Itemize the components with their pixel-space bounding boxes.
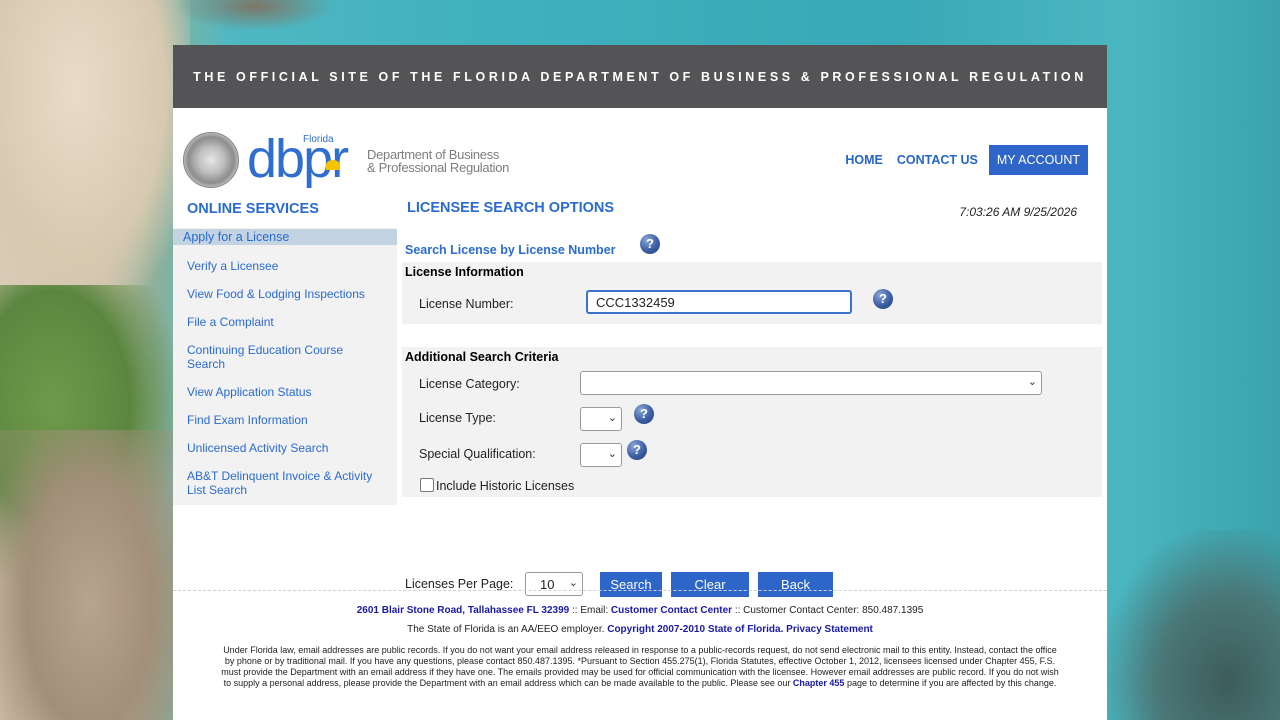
search-subtitle: Search License by License Number [405, 243, 616, 257]
chevron-down-icon: ⌄ [607, 412, 617, 424]
license-number-label: License Number: [419, 297, 514, 311]
sidebar-item-apply[interactable]: Apply for a License [173, 229, 397, 245]
license-info-heading: License Information [405, 265, 524, 279]
sidebar-item-exam-info[interactable]: Find Exam Information [173, 413, 397, 427]
logo-department: Department of Business & Professional Re… [367, 148, 509, 174]
license-type-label: License Type: [419, 411, 496, 425]
dbpr-logo[interactable]: dbpr Florida Department of Business & Pr… [247, 130, 517, 190]
datetime: 7:03:26 AM 9/25/2026 [959, 205, 1077, 219]
criteria-heading: Additional Search Criteria [405, 350, 559, 364]
footer-address: 2601 Blair Stone Road, Tallahassee FL 32… [356, 605, 570, 616]
background-rocks [0, 430, 180, 720]
footer: 2601 Blair Stone Road, Tallahassee FL 32… [173, 590, 1107, 689]
footer-sep1: :: Email: [569, 605, 611, 616]
top-nav: HOME CONTACT US MY ACCOUNT [838, 145, 1088, 175]
sidebar-item-verify[interactable]: Verify a Licensee [173, 259, 397, 273]
footer-email-link[interactable]: Customer Contact Center [611, 605, 732, 616]
special-qualification-help-icon[interactable]: ? [627, 440, 647, 460]
include-historic-checkbox[interactable] [420, 478, 434, 492]
per-page-label: Licenses Per Page: [405, 577, 514, 591]
chevron-down-icon: ⌄ [607, 448, 617, 460]
footer-chapter-link[interactable]: Chapter 455 [793, 678, 845, 688]
footer-notice: Under Florida law, email addresses are p… [221, 645, 1059, 689]
footer-address-line: 2601 Blair Stone Road, Tallahassee FL 32… [173, 605, 1107, 616]
license-info-panel: License Information License Number: ? [402, 262, 1102, 324]
page-container: THE OFFICIAL SITE OF THE FLORIDA DEPARTM… [173, 45, 1107, 720]
chevron-down-icon: ⌄ [568, 577, 578, 589]
background-rocks-right [1105, 530, 1280, 720]
site-banner-title: THE OFFICIAL SITE OF THE FLORIDA DEPARTM… [193, 69, 1087, 84]
background-beach [0, 0, 190, 300]
special-qualification-label: Special Qualification: [419, 447, 536, 461]
sidebar-title: ONLINE SERVICES [173, 200, 397, 228]
special-qualification-select[interactable]: ⌄ [580, 443, 622, 467]
footer-privacy-link[interactable]: Privacy Statement [786, 624, 873, 635]
sidebar-item-abt-invoice[interactable]: AB&T Delinquent Invoice & Activity List … [173, 469, 397, 497]
nav-contact-link[interactable]: CONTACT US [890, 153, 985, 167]
help-icon[interactable]: ? [640, 234, 660, 254]
my-account-button[interactable]: MY ACCOUNT [988, 145, 1088, 175]
license-type-help-icon[interactable]: ? [634, 404, 654, 424]
chevron-down-icon: ⌄ [1027, 376, 1037, 388]
logo-dept-line2: & Professional Regulation [367, 160, 510, 175]
logo-state: Florida [303, 134, 334, 145]
sun-icon [326, 160, 340, 170]
sidebar-item-app-status[interactable]: View Application Status [173, 385, 397, 399]
criteria-panel: Additional Search Criteria License Categ… [402, 347, 1102, 497]
sidebar: ONLINE SERVICES Apply for a License Veri… [173, 200, 397, 505]
footer-phone: :: Customer Contact Center: 850.487.1395 [732, 605, 924, 616]
license-number-help-icon[interactable]: ? [873, 289, 893, 309]
nav-home-link[interactable]: HOME [838, 153, 890, 167]
site-banner: THE OFFICIAL SITE OF THE FLORIDA DEPARTM… [173, 45, 1107, 108]
sidebar-item-unlicensed[interactable]: Unlicensed Activity Search [173, 441, 397, 455]
florida-seal-icon [183, 132, 239, 188]
license-category-label: License Category: [419, 377, 520, 391]
footer-eeo: The State of Florida is an AA/EEO employ… [407, 624, 608, 635]
license-number-input[interactable] [586, 290, 852, 314]
license-type-select[interactable]: ⌄ [580, 407, 622, 431]
sidebar-item-complaint[interactable]: File a Complaint [173, 315, 397, 329]
header: dbpr Florida Department of Business & Pr… [173, 108, 1107, 200]
page-title: LICENSEE SEARCH OPTIONS [407, 200, 615, 216]
sidebar-item-ce-course[interactable]: Continuing Education Course Search [173, 343, 397, 371]
include-historic-label: Include Historic Licenses [436, 479, 575, 493]
footer-notice-end: page to determine if you are affected by… [844, 678, 1057, 688]
footer-copyright-link[interactable]: Copyright 2007-2010 State of Florida. [607, 624, 783, 635]
sidebar-item-food-lodging[interactable]: View Food & Lodging Inspections [173, 287, 397, 301]
footer-eeo-line: The State of Florida is an AA/EEO employ… [173, 624, 1107, 635]
license-category-select[interactable]: ⌄ [580, 371, 1042, 395]
background-rocks-top [180, 0, 330, 30]
